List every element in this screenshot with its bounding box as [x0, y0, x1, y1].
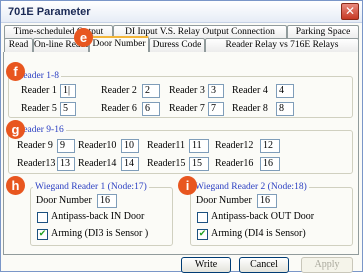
- reader-9-input[interactable]: 9: [57, 139, 75, 153]
- reader-4-label: Reader 4: [232, 85, 268, 96]
- reader-3-label: Reader 3: [169, 85, 205, 96]
- reader-11-label: Reader11: [147, 140, 185, 151]
- reader-12-input[interactable]: 12: [260, 139, 280, 153]
- reader-16-label: Reader16: [215, 158, 254, 169]
- wiegand-1-door-label: Door Number: [36, 195, 92, 206]
- antipass-in-checkbox[interactable]: [37, 212, 48, 223]
- reader-15-input[interactable]: 15: [189, 157, 209, 171]
- tab-duress-code[interactable]: Duress Code: [149, 38, 205, 52]
- reader-6-label: Reader 6: [101, 103, 137, 114]
- tab-read[interactable]: Read: [4, 38, 33, 52]
- group-reader-1-8: Reader 1-8 Reader 1 1| Reader 2 2 Reader…: [8, 70, 353, 118]
- reader-14-input[interactable]: 14: [121, 157, 139, 171]
- arming-di4-label: Arming (DI4 is Sensor): [211, 228, 306, 239]
- tab-door-number[interactable]: Door Number: [89, 36, 149, 52]
- parameter-window: 701E Parameter ✕ Time-scheduled Output D…: [0, 0, 363, 273]
- antipass-out-checkbox[interactable]: [197, 212, 208, 223]
- reader-9-label: Reader 9: [17, 140, 53, 151]
- group-wiegand-reader-2: Wiegand Reader 2 (Node:18) Door Number 1…: [190, 181, 353, 246]
- reader-14-label: Reader14: [78, 158, 117, 169]
- reader-3-input[interactable]: 3: [208, 84, 224, 98]
- annotation-badge-h: h: [6, 176, 25, 195]
- close-button[interactable]: ✕: [341, 3, 359, 20]
- reader-8-label: Reader 8: [232, 103, 268, 114]
- reader-10-input[interactable]: 10: [121, 139, 139, 153]
- apply-button[interactable]: Apply: [301, 257, 353, 273]
- wiegand-2-door-input[interactable]: 16: [257, 194, 277, 208]
- reader-13-input[interactable]: 13: [57, 157, 75, 171]
- reader-16-input[interactable]: 16: [260, 157, 280, 171]
- antipass-in-label: Antipass-back IN Door: [51, 211, 145, 222]
- tab-parking-space[interactable]: Parking Space: [287, 25, 359, 39]
- reader-7-label: Reader 7: [169, 103, 205, 114]
- arming-di3-label: Arming (DI3 is Sensor ): [51, 228, 149, 239]
- group-title-wiegand-1: Wiegand Reader 1 (Node:17): [33, 181, 149, 193]
- reader-1-label: Reader 1: [21, 85, 57, 96]
- reader-4-input[interactable]: 4: [276, 84, 294, 98]
- reader-2-label: Reader 2: [101, 85, 137, 96]
- antipass-out-label: Antipass-back OUT Door: [211, 211, 315, 222]
- group-title-wiegand-2: Wiegand Reader 2 (Node:18): [193, 181, 309, 193]
- reader-2-input[interactable]: 2: [142, 84, 160, 98]
- tab-reader-relay-vs-716e[interactable]: Reader Relay vs 716E Relays: [205, 38, 359, 52]
- reader-10-label: Reader10: [78, 140, 117, 151]
- group-wiegand-reader-1: Wiegand Reader 1 (Node:17) Door Number 1…: [30, 181, 173, 246]
- cancel-button[interactable]: Cancel: [239, 257, 289, 273]
- write-button[interactable]: Write: [181, 257, 231, 273]
- reader-13-label: Reader13: [17, 158, 56, 169]
- reader-5-label: Reader 5: [21, 103, 57, 114]
- reader-11-input[interactable]: 11: [189, 139, 209, 153]
- annotation-badge-i: i: [178, 176, 197, 195]
- reader-7-input[interactable]: 7: [208, 102, 224, 116]
- reader-8-input[interactable]: 8: [276, 102, 294, 116]
- annotation-badge-e: e: [74, 28, 93, 47]
- wiegand-2-door-label: Door Number: [196, 195, 252, 206]
- arming-di3-checkbox[interactable]: ✔: [37, 229, 48, 240]
- title-bar: 701E Parameter ✕: [1, 1, 362, 23]
- reader-6-input[interactable]: 6: [142, 102, 160, 116]
- window-title: 701E Parameter: [8, 6, 91, 18]
- door-number-panel: Reader 1-8 Reader 1 1| Reader 2 2 Reader…: [3, 52, 359, 255]
- reader-5-input[interactable]: 5: [60, 102, 76, 116]
- reader-12-label: Reader12: [215, 140, 254, 151]
- wiegand-1-door-input[interactable]: 16: [97, 194, 117, 208]
- group-reader-9-16: Reader 9-16 Reader 9 9 Reader10 10 Reade…: [8, 124, 353, 174]
- arming-di4-checkbox[interactable]: ✔: [197, 229, 208, 240]
- reader-1-input[interactable]: 1|: [60, 84, 76, 98]
- annotation-badge-f: f: [6, 62, 25, 81]
- reader-15-label: Reader15: [147, 158, 186, 169]
- annotation-badge-g: g: [6, 120, 25, 139]
